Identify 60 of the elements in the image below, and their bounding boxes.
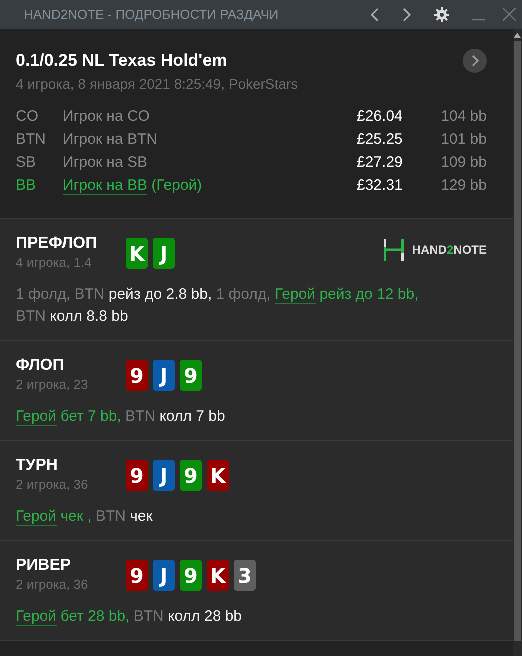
card: 9 <box>180 560 202 591</box>
action-line: Герой бет 7 bb, BTN колл 7 bb <box>16 407 226 428</box>
card: K <box>126 238 148 269</box>
hero-tag: (Герой) <box>147 177 202 194</box>
settings-icon[interactable] <box>434 6 450 22</box>
card: 9 <box>180 460 202 491</box>
card: 9 <box>180 360 202 391</box>
street-name: РИВЕР <box>16 557 72 575</box>
action-line: 1 фолд, BTN рейз до 2.8 bb, 1 фолд, Герой рейз до 12 bb, BTN колл 8.8 bb <box>16 285 420 327</box>
card: 9 <box>126 460 148 491</box>
stack-amount: £32.31 <box>357 177 404 194</box>
player-link[interactable]: Игрок на BB <box>63 177 148 195</box>
street-info: 4 игрока, 1.4 <box>16 255 93 270</box>
card: K <box>207 460 229 491</box>
scrollbar[interactable] <box>513 29 522 656</box>
card: J <box>153 460 175 491</box>
hero-link[interactable]: Герой <box>16 508 57 526</box>
action-line: Герой чек , BTN чек <box>16 507 154 528</box>
card: J <box>153 560 175 591</box>
stack-bb: 109 bb <box>440 154 487 171</box>
position-label: BTN <box>16 131 47 148</box>
hero-link[interactable]: Герой <box>275 286 316 304</box>
player-name: Игрок на BTN <box>63 131 158 148</box>
street-name: ТУРН <box>16 457 59 475</box>
card: 3 <box>234 560 256 591</box>
street-info: 2 игрока, 23 <box>16 377 90 392</box>
card: J <box>153 360 175 391</box>
position-label: BB <box>16 177 38 194</box>
forward-icon[interactable] <box>402 8 412 22</box>
stack-bb: 101 bb <box>440 131 487 148</box>
stack-amount: £25.25 <box>357 131 404 148</box>
street-name: ФЛОП <box>16 357 66 375</box>
player-name: Игрок на SB <box>63 154 148 171</box>
back-icon[interactable] <box>370 8 380 22</box>
stack-amount: £26.04 <box>357 108 404 125</box>
hand-info: 4 игрока, 8 января 2021 8:25:49, PokerStars <box>16 76 300 92</box>
stack-bb: 129 bb <box>440 177 487 194</box>
stack-bb: 104 bb <box>440 108 487 125</box>
close-icon[interactable] <box>503 8 516 21</box>
player-name: Игрок на CO <box>63 108 150 125</box>
stack-amount: £27.29 <box>357 154 404 171</box>
hero-link[interactable]: Герой <box>16 608 57 626</box>
street-info: 2 игрока, 36 <box>16 577 90 592</box>
scroll-thumb[interactable] <box>514 41 521 641</box>
next-hand-icon[interactable] <box>463 49 487 73</box>
logo-icon <box>384 239 404 261</box>
position-label: CO <box>16 108 40 125</box>
street-name: ПРЕФЛОП <box>16 235 98 253</box>
hero-link[interactable]: Герой <box>16 408 57 426</box>
street-info: 2 игрока, 36 <box>16 477 90 492</box>
position-label: SB <box>16 154 38 171</box>
scroll-up-icon[interactable] <box>514 33 521 38</box>
window-title: HAND2NOTE - ПОДРОБНОСТИ РАЗДАЧИ <box>24 7 279 22</box>
card: 9 <box>126 560 148 591</box>
logo-text: HAND2NOTE <box>412 243 487 257</box>
card: 9 <box>126 360 148 391</box>
action-line: Герой бет 28 bb, BTN колл 28 bb <box>16 607 244 628</box>
card: J <box>153 238 175 269</box>
card: K <box>207 560 229 591</box>
hand-title: 0.1/0.25 NL Texas Hold'em <box>16 51 228 71</box>
